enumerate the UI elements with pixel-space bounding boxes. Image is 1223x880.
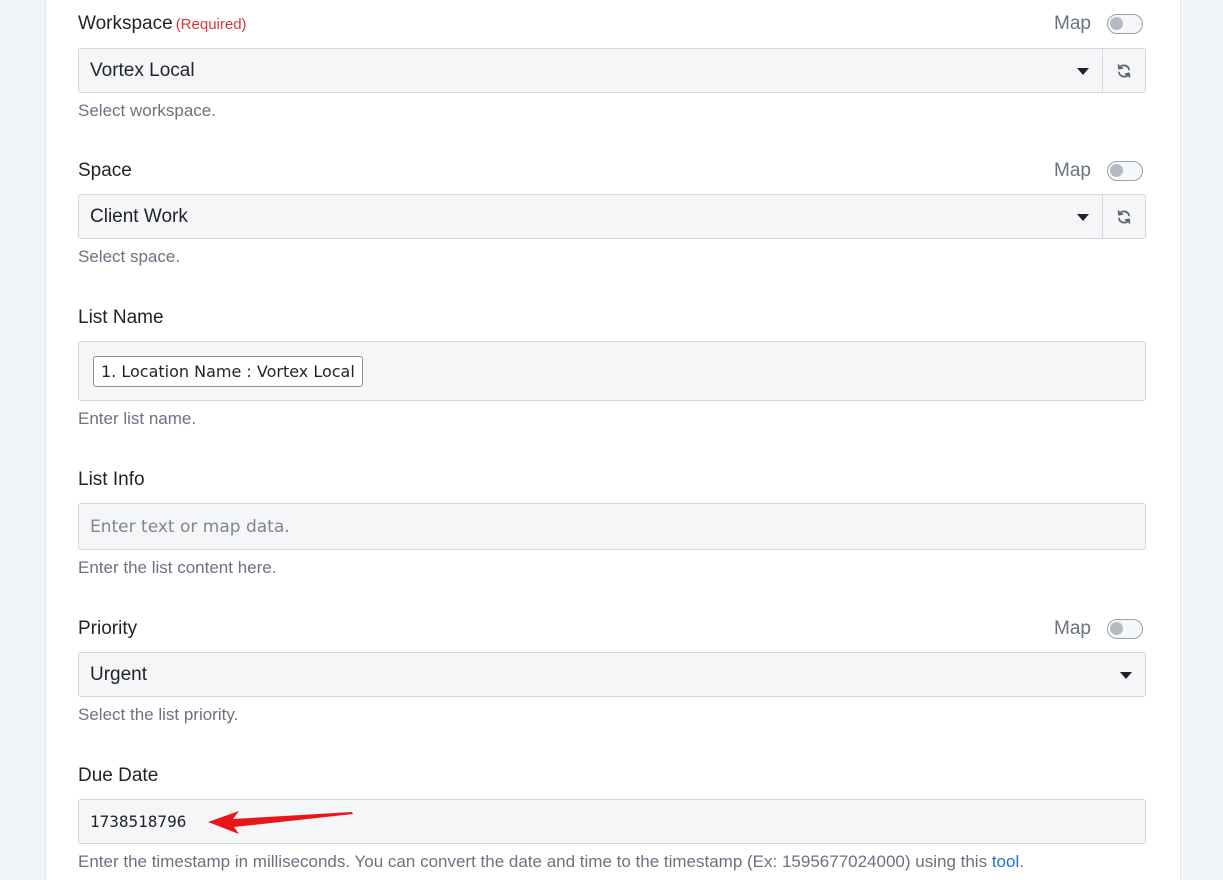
required-indicator: (Required): [175, 16, 247, 33]
list-info-field: List Info Enter text or map data. Enter …: [78, 468, 1146, 578]
space-map-label: Map: [1054, 160, 1091, 181]
workspace-hint: Select workspace.: [78, 101, 216, 120]
caret-down-icon: [1077, 214, 1089, 221]
space-map-control: Map: [1054, 159, 1143, 183]
list-info-placeholder: Enter text or map data.: [90, 516, 290, 537]
space-select-value: Client Work: [90, 205, 188, 227]
toggle-knob: [1110, 622, 1123, 635]
workspace-map-control: Map: [1054, 12, 1143, 36]
list-name-field: List Name 1. Location Name : Vortex Loca…: [78, 306, 1146, 429]
priority-map-label: Map: [1054, 618, 1091, 639]
priority-field: Priority Map Urgent Select the list prio…: [78, 617, 1146, 725]
list-info-hint: Enter the list content here.: [78, 558, 277, 577]
due-date-value: 1738518796: [90, 812, 187, 831]
priority-map-toggle[interactable]: [1107, 619, 1143, 639]
space-refresh-button[interactable]: [1103, 194, 1146, 239]
toggle-knob: [1110, 164, 1123, 177]
workspace-map-label: Map: [1054, 13, 1091, 34]
space-field: Space Map Client Work Select space.: [78, 159, 1146, 267]
workspace-map-toggle[interactable]: [1107, 14, 1143, 34]
due-date-hint-end: .: [1019, 852, 1024, 871]
due-date-hint: Enter the timestamp in milliseconds. You…: [78, 852, 1146, 872]
list-info-input[interactable]: Enter text or map data.: [78, 503, 1146, 550]
timestamp-tool-link[interactable]: tool: [992, 852, 1019, 871]
space-hint: Select space.: [78, 247, 181, 266]
list-name-input[interactable]: 1. Location Name : Vortex Local: [78, 341, 1146, 401]
red-arrow-annotation: [208, 811, 353, 834]
priority-select-value: Urgent: [90, 663, 148, 685]
due-date-label: Due Date: [78, 765, 159, 786]
workspace-refresh-button[interactable]: [1103, 48, 1146, 93]
caret-down-icon: [1120, 672, 1132, 679]
priority-hint: Select the list priority.: [78, 705, 239, 724]
list-info-label: List Info: [78, 469, 145, 490]
priority-map-control: Map: [1054, 617, 1143, 641]
workspace-select-value: Vortex Local: [90, 59, 195, 81]
refresh-icon: [1117, 63, 1131, 78]
space-select[interactable]: Client Work: [78, 194, 1103, 239]
caret-down-icon: [1077, 68, 1089, 75]
workspace-field: Workspace (Required) Map Vortex Local Sel…: [78, 12, 1146, 121]
toggle-knob: [1110, 17, 1123, 30]
form-panel: [45, 0, 1181, 880]
list-name-label: List Name: [78, 307, 164, 328]
priority-select[interactable]: Urgent: [78, 652, 1146, 697]
workspace-select[interactable]: Vortex Local: [78, 48, 1103, 93]
refresh-icon: [1117, 209, 1131, 224]
due-date-hint-text: Enter the timestamp in milliseconds. You…: [78, 852, 992, 871]
mapped-field-chip[interactable]: 1. Location Name : Vortex Local: [93, 355, 363, 387]
space-label: Space: [78, 160, 132, 181]
priority-label: Priority: [78, 618, 138, 639]
space-map-toggle[interactable]: [1107, 161, 1143, 181]
list-name-hint: Enter list name.: [78, 409, 197, 428]
workspace-label: Workspace: [78, 13, 173, 34]
